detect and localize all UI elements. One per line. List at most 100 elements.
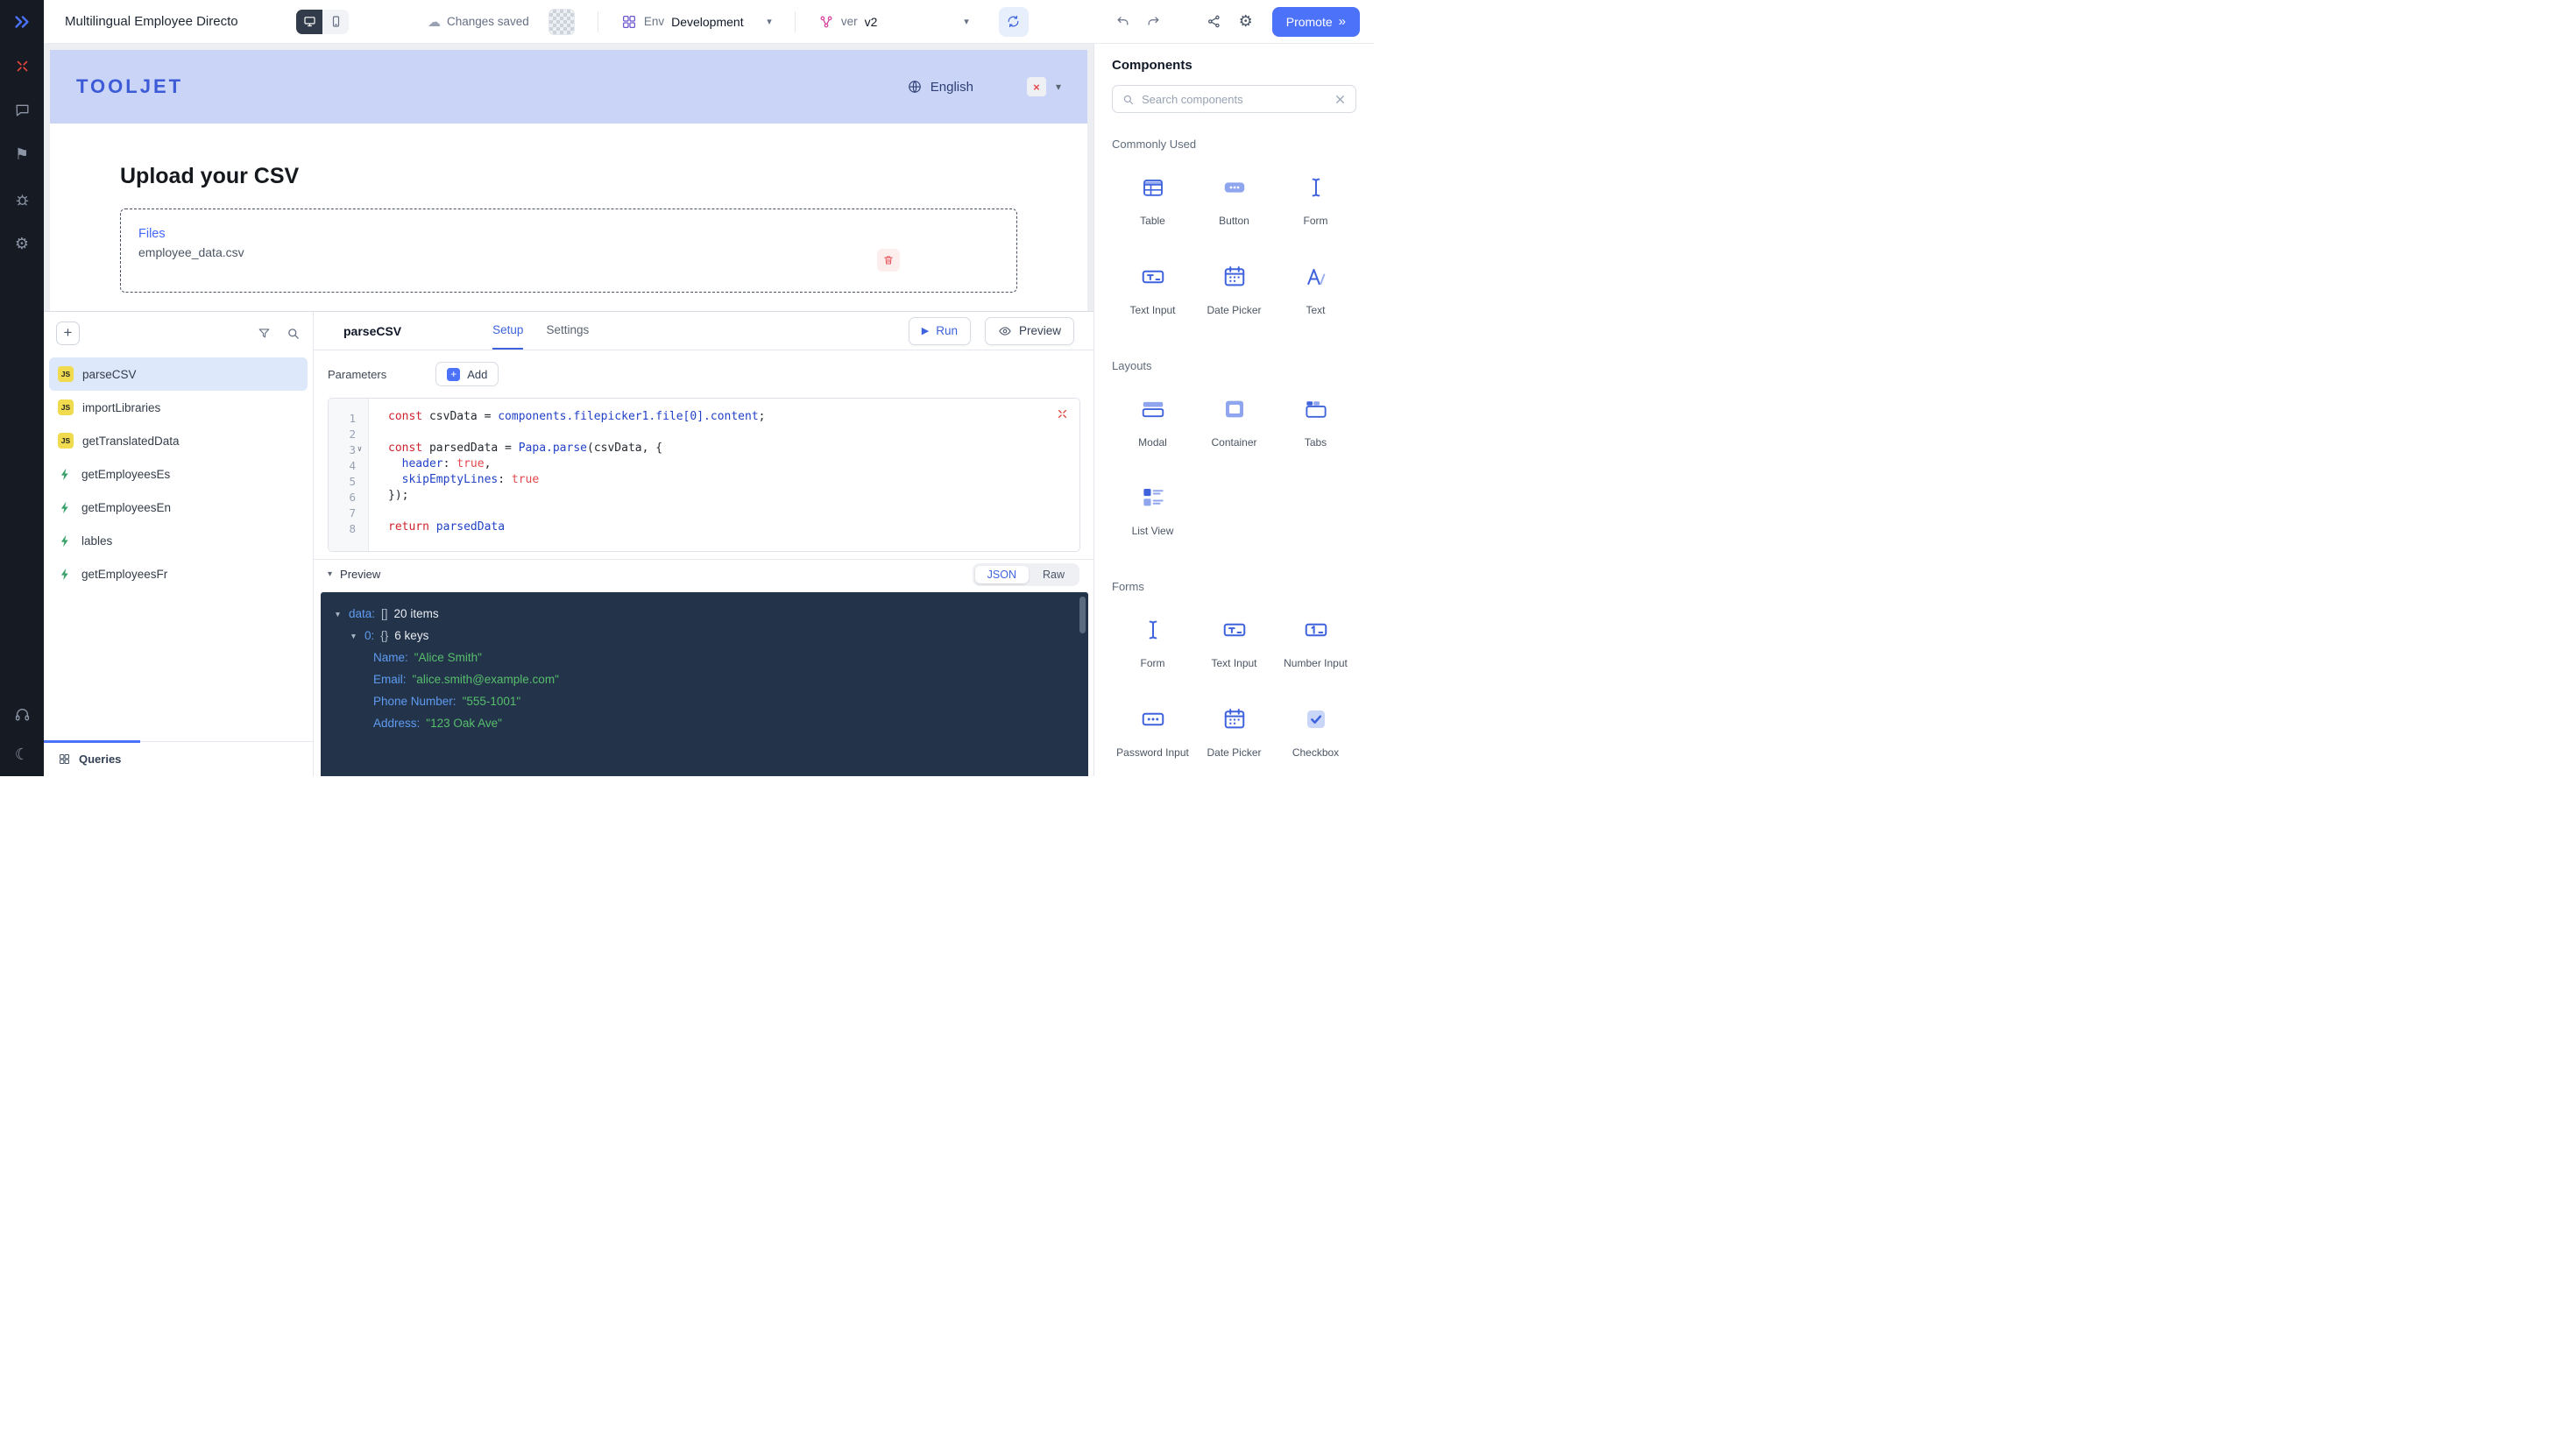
- query-list-item[interactable]: getEmployeesEn: [49, 491, 308, 524]
- search-icon[interactable]: [286, 326, 301, 341]
- support-icon[interactable]: [14, 706, 31, 723]
- mode-json[interactable]: JSON: [975, 566, 1029, 583]
- debugger-flag-icon[interactable]: ⚑: [15, 145, 29, 164]
- workflow-zap-icon: [58, 467, 73, 482]
- query-list-item[interactable]: JSgetTranslatedData: [49, 424, 308, 457]
- desktop-icon[interactable]: [296, 10, 322, 34]
- query-list-item[interactable]: JSparseCSV: [49, 357, 308, 391]
- query-list-item[interactable]: lables: [49, 524, 308, 557]
- line-number: 8: [329, 520, 368, 536]
- components-panel: Components Commonly UsedTableButtonFormT…: [1093, 44, 1374, 776]
- version-value: v2: [865, 15, 878, 29]
- json-key: Email:: [373, 673, 407, 686]
- line-number: 1: [329, 410, 368, 426]
- expand-arrow-icon[interactable]: ▼: [349, 632, 358, 640]
- component-card-form[interactable]: Form: [1275, 168, 1356, 228]
- delete-file-button[interactable]: [877, 249, 900, 272]
- pages-icon[interactable]: [14, 58, 31, 74]
- query-list-item[interactable]: getEmployeesEs: [49, 457, 308, 491]
- mobile-icon[interactable]: [322, 10, 349, 34]
- undo-button[interactable]: [1115, 14, 1130, 29]
- modal-icon: [1134, 390, 1172, 428]
- eye-icon: [998, 324, 1012, 338]
- device-toggle[interactable]: [296, 10, 349, 34]
- scrollbar-thumb[interactable]: [1079, 597, 1086, 633]
- app-canvas[interactable]: TOOLJET English × ▾ Upload your CSV File…: [50, 50, 1087, 311]
- add-query-button[interactable]: +: [56, 322, 80, 345]
- text-input-icon: [1215, 611, 1254, 649]
- clear-search-icon[interactable]: [1334, 93, 1347, 106]
- version-dropdown[interactable]: ver v2 ▾: [818, 14, 969, 30]
- fold-arrow-icon[interactable]: ∨: [356, 445, 364, 454]
- globe-icon: [907, 79, 923, 95]
- language-flag-image[interactable]: ×: [1027, 77, 1046, 96]
- preview-button[interactable]: Preview: [985, 317, 1074, 345]
- divider: [795, 11, 796, 32]
- add-parameter-button[interactable]: + Add: [435, 362, 499, 386]
- filepicker-files-link[interactable]: Files: [138, 227, 999, 241]
- theme-moon-icon[interactable]: ☾: [15, 746, 29, 764]
- component-card-text[interactable]: Text: [1275, 258, 1356, 317]
- date-picker-icon: [1215, 258, 1254, 296]
- component-card-form[interactable]: Form: [1112, 611, 1193, 670]
- component-label: List View: [1132, 526, 1174, 538]
- collapse-arrow-icon[interactable]: ▾: [328, 569, 332, 579]
- line-number: 2: [329, 426, 368, 442]
- avatar[interactable]: [548, 9, 575, 35]
- query-list-item[interactable]: JSimportLibraries: [49, 391, 308, 424]
- component-label: Checkbox: [1292, 747, 1339, 760]
- tooljet-logo-icon[interactable]: [0, 0, 44, 44]
- component-card-date-picker[interactable]: Date Picker: [1193, 700, 1275, 760]
- promote-button[interactable]: Promote »: [1272, 7, 1360, 37]
- share-button[interactable]: [1207, 14, 1221, 29]
- component-card-button[interactable]: Button: [1193, 168, 1275, 228]
- app-settings-icon[interactable]: ⚙: [1239, 12, 1253, 31]
- filepicker-filename: employee_data.csv: [138, 245, 999, 259]
- button-icon: [1215, 168, 1254, 207]
- sync-icon: [1006, 14, 1021, 29]
- settings-gear-icon[interactable]: ⚙: [15, 235, 29, 253]
- language-switcher[interactable]: English × ▾: [907, 77, 1061, 96]
- redo-button[interactable]: [1146, 14, 1161, 29]
- json-tree-row[interactable]: ▼0:{}6 keys: [333, 625, 1088, 647]
- component-card-text-input[interactable]: Text Input: [1193, 611, 1275, 670]
- tab-setup[interactable]: Setup: [492, 312, 523, 350]
- workflow-zap-icon: [58, 534, 73, 548]
- bug-icon[interactable]: [14, 191, 31, 208]
- component-card-container[interactable]: Container: [1193, 390, 1275, 449]
- json-key: Address:: [373, 717, 420, 730]
- component-card-tabs[interactable]: Tabs: [1275, 390, 1356, 449]
- expand-arrow-icon[interactable]: ▼: [333, 610, 343, 618]
- json-tree-row[interactable]: Email:"alice.smith@example.com": [333, 668, 1088, 690]
- component-card-modal[interactable]: Modal: [1112, 390, 1193, 449]
- environment-dropdown[interactable]: Env Development ▾: [621, 14, 772, 30]
- app-name-input[interactable]: Multilingual Employee Directory: [65, 14, 238, 29]
- query-name: getEmployeesEn: [81, 501, 171, 514]
- filepicker-widget[interactable]: Files employee_data.csv: [120, 209, 1017, 293]
- filter-icon[interactable]: [257, 326, 272, 341]
- comments-icon[interactable]: [14, 102, 31, 118]
- json-tree-row[interactable]: Address:"123 Oak Ave": [333, 712, 1088, 734]
- code-line: [388, 426, 1079, 442]
- mode-raw[interactable]: Raw: [1030, 566, 1077, 583]
- query-list-item[interactable]: getEmployeesFr: [49, 557, 308, 590]
- app-header-widget[interactable]: TOOLJET English × ▾: [50, 50, 1087, 124]
- component-card-password-input[interactable]: Password Input: [1112, 700, 1193, 760]
- expand-editor-icon[interactable]: [1056, 407, 1069, 421]
- component-card-date-picker[interactable]: Date Picker: [1193, 258, 1275, 317]
- code-editor[interactable]: 123∨45678 const csvData = components.fil…: [328, 398, 1080, 552]
- json-tree-row[interactable]: ▼data:[]20 items: [333, 603, 1088, 625]
- chevron-down-icon: ▾: [964, 16, 969, 27]
- component-card-list-view[interactable]: List View: [1112, 478, 1193, 538]
- queries-tab[interactable]: Queries: [44, 741, 313, 776]
- json-tree-row[interactable]: Phone Number:"555-1001": [333, 690, 1088, 712]
- json-tree-row[interactable]: Name:"Alice Smith": [333, 647, 1088, 668]
- search-components-input[interactable]: [1142, 93, 1327, 106]
- sync-button[interactable]: [999, 7, 1029, 37]
- tab-settings[interactable]: Settings: [546, 312, 589, 350]
- component-card-checkbox[interactable]: Checkbox: [1275, 700, 1356, 760]
- run-button[interactable]: ▶ Run: [909, 317, 971, 345]
- component-card-table[interactable]: Table: [1112, 168, 1193, 228]
- component-card-text-input[interactable]: Text Input: [1112, 258, 1193, 317]
- component-card-number-input[interactable]: Number Input: [1275, 611, 1356, 670]
